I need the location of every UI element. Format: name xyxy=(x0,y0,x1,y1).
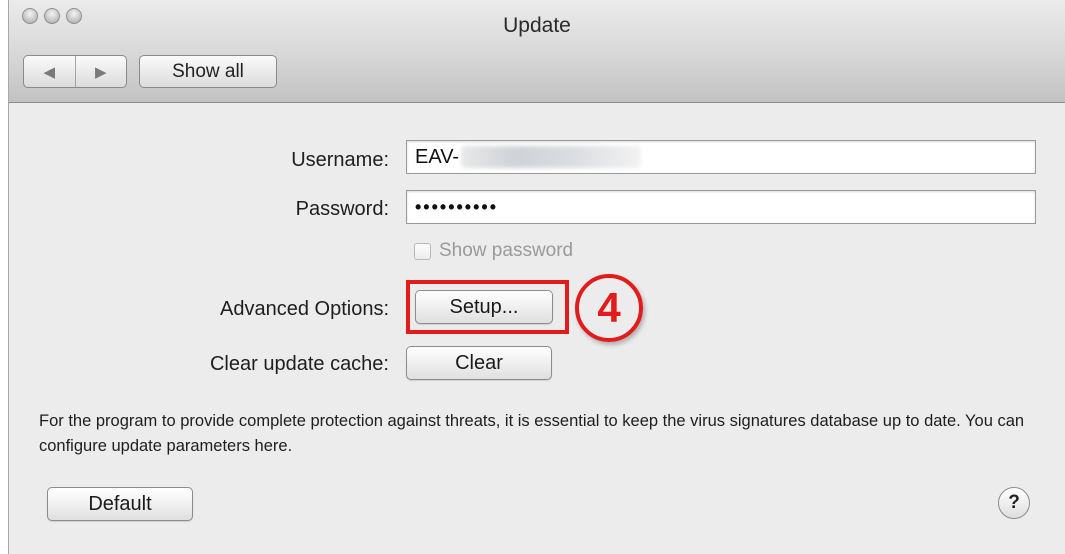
title-bar: Update ◀ ▶ Show all xyxy=(9,0,1065,103)
password-value: •••••••••• xyxy=(415,196,499,217)
checkbox-icon[interactable] xyxy=(414,242,431,260)
default-button[interactable]: Default xyxy=(47,487,193,521)
forward-icon[interactable]: ▶ xyxy=(74,56,127,87)
show-password-label: Show password xyxy=(439,240,574,261)
username-label: Username: xyxy=(291,149,389,171)
redacted-username-part xyxy=(461,146,642,168)
username-value: EAV- xyxy=(415,145,460,168)
setup-highlight-box xyxy=(406,280,569,334)
window-title: Update xyxy=(503,14,571,37)
advanced-options-label: Advanced Options: xyxy=(220,298,389,320)
clear-cache-label: Clear update cache: xyxy=(209,353,389,375)
password-label: Password: xyxy=(295,198,389,220)
step-number-badge: 4 xyxy=(575,274,643,342)
username-field[interactable]: EAV- xyxy=(406,140,1036,174)
show-password-checkbox[interactable]: Show password xyxy=(414,240,573,262)
update-window: Update ◀ ▶ Show all Username: EAV- Passw… xyxy=(8,0,1065,554)
show-all-button[interactable]: Show all xyxy=(139,55,277,88)
password-field[interactable]: •••••••••• xyxy=(406,190,1036,224)
clear-button[interactable]: Clear xyxy=(406,346,552,380)
back-icon[interactable]: ◀ xyxy=(24,56,75,87)
back-forward-control: ◀ ▶ xyxy=(23,55,127,88)
description-text: For the program to provide complete prot… xyxy=(39,412,1025,455)
help-icon[interactable]: ? xyxy=(998,487,1030,519)
